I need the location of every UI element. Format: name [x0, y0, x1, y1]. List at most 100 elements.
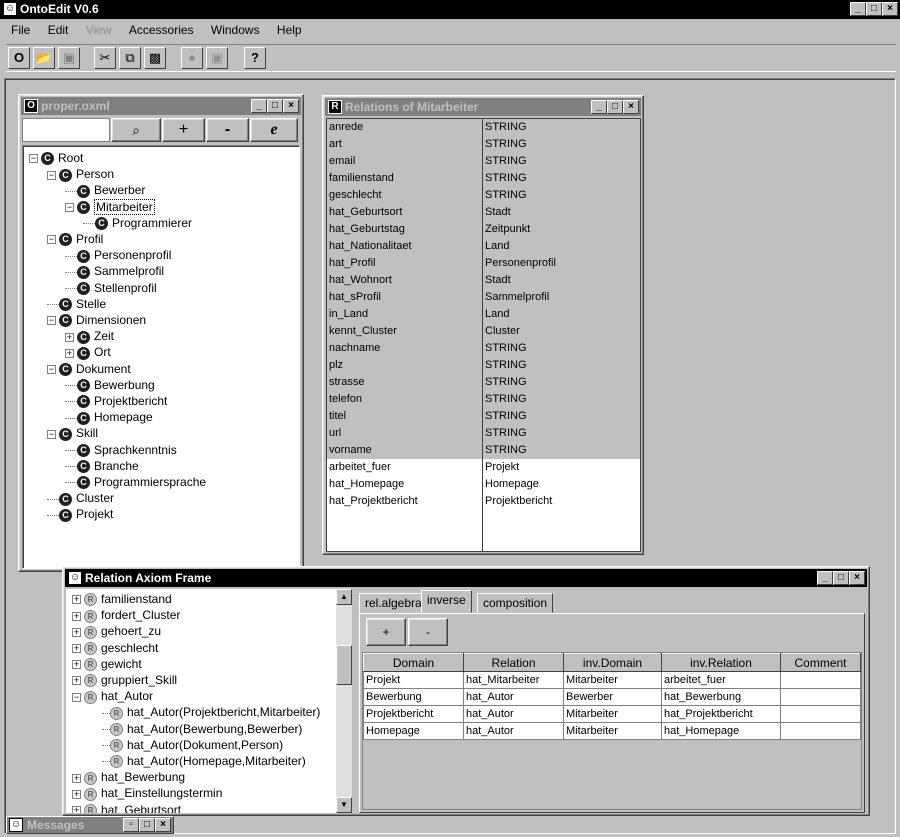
- restore-button[interactable]: ▫: [123, 818, 139, 832]
- column-header-relation[interactable]: Relation: [463, 653, 564, 672]
- relation-name-item[interactable]: hat_sProfil: [327, 289, 482, 306]
- tab-rel-algebra[interactable]: rel.algebra: [359, 593, 428, 613]
- relation-name-item[interactable]: hat_Wohnort: [327, 272, 482, 289]
- relation-type-item[interactable]: STRING: [483, 170, 640, 187]
- table-row[interactable]: Projekt hat_Mitarbeiter Mitarbeiter arbeite…: [363, 671, 861, 689]
- close-button[interactable]: ×: [849, 571, 865, 585]
- collapse-icon[interactable]: −: [47, 316, 56, 326]
- maximize-button[interactable]: □: [607, 100, 623, 114]
- expand-icon[interactable]: +: [65, 332, 74, 342]
- maximize-button[interactable]: □: [139, 818, 155, 832]
- relation-name-item[interactable]: titel: [327, 408, 482, 425]
- close-button[interactable]: ×: [155, 818, 171, 832]
- comment-cell[interactable]: [780, 671, 861, 689]
- relation-name-item[interactable]: hat_Geburtstag: [327, 221, 482, 238]
- open-folder-icon[interactable]: 📂: [33, 47, 55, 69]
- tree-node-projektbericht[interactable]: C Projektbericht: [65, 393, 167, 409]
- domain-cell[interactable]: Projekt: [363, 671, 464, 689]
- relation-node-geschlecht[interactable]: + Rgeschlecht: [72, 640, 158, 656]
- class-tree[interactable]: − C Root − C Person C Bewerber − C Mitarbeiter C Pro…: [22, 145, 300, 569]
- expand-icon[interactable]: +: [72, 773, 81, 783]
- collapse-icon[interactable]: −: [47, 429, 56, 439]
- relation-type-item[interactable]: STRING: [483, 187, 640, 204]
- tree-node-personenprofil[interactable]: C Personenprofil: [65, 247, 171, 263]
- column-header-comment[interactable]: Comment: [780, 653, 861, 672]
- menu-file[interactable]: File: [4, 21, 37, 37]
- inv-relation-cell[interactable]: hat_Projektbericht: [661, 705, 781, 723]
- relation-node-hat-autor-homepage-mitarbeiter[interactable]: Rhat_Autor(Homepage,Mitarbeiter): [102, 753, 306, 769]
- relation-node-hat-einstellungstermin[interactable]: + Rhat_Einstellungstermin: [72, 785, 222, 801]
- tree-node-programmiersprache[interactable]: C Programmiersprache: [65, 474, 206, 490]
- comment-cell[interactable]: [780, 722, 861, 740]
- scroll-up-button[interactable]: ▲: [336, 589, 352, 605]
- relation-tree[interactable]: + Rfamilienstand + Rfordert_Cluster + Rgehoer…: [66, 589, 336, 813]
- expand-icon[interactable]: +: [72, 789, 81, 799]
- relation-type-item[interactable]: STRING: [483, 408, 640, 425]
- window-icon[interactable]: ▣: [206, 47, 228, 69]
- tab-inverse[interactable]: inverse: [421, 590, 472, 613]
- inv-relation-cell[interactable]: arbeitet_fuer: [661, 671, 781, 689]
- relation-type-item[interactable]: Stadt: [483, 204, 640, 221]
- relation-name-item[interactable]: url: [327, 425, 482, 442]
- relation-type-item[interactable]: STRING: [483, 374, 640, 391]
- relation-cell[interactable]: hat_Autor: [463, 705, 564, 723]
- help-icon[interactable]: ?: [244, 47, 266, 69]
- domain-cell[interactable]: Homepage: [363, 722, 464, 740]
- minimize-button[interactable]: _: [591, 100, 607, 114]
- minimize-button[interactable]: _: [850, 2, 866, 16]
- ontology-icon[interactable]: O: [8, 47, 30, 69]
- relation-name-item[interactable]: kennt_Cluster: [327, 323, 482, 340]
- tree-node-profil[interactable]: − C Profil: [47, 231, 103, 247]
- minimize-button[interactable]: _: [817, 571, 833, 585]
- maximize-button[interactable]: □: [267, 99, 283, 113]
- relation-node-hat-autor-bewerbung-bewerber[interactable]: Rhat_Autor(Bewerbung,Bewerber): [102, 721, 302, 737]
- table-row[interactable]: Projektbericht hat_Autor Mitarbeiter hat_Pr…: [363, 705, 861, 723]
- expand-icon[interactable]: +: [72, 676, 81, 686]
- relation-type-item[interactable]: STRING: [483, 357, 640, 374]
- collapse-icon[interactable]: −: [47, 170, 56, 180]
- relation-node-hat-autor-projektbericht-mitarbeiter[interactable]: Rhat_Autor(Projektbericht,Mitarbeiter): [102, 704, 320, 720]
- tree-node-stellenprofil[interactable]: C Stellenprofil: [65, 280, 157, 296]
- relation-cell[interactable]: hat_Mitarbeiter: [463, 671, 564, 689]
- inv-domain-cell[interactable]: Mitarbeiter: [563, 705, 662, 723]
- paste-icon[interactable]: ▩: [144, 47, 166, 69]
- class-search-input[interactable]: [22, 118, 110, 142]
- cut-icon[interactable]: ✂: [94, 47, 116, 69]
- menu-accessories[interactable]: Accessories: [122, 21, 201, 37]
- expand-icon[interactable]: +: [72, 660, 81, 670]
- tree-node-skill[interactable]: − C Skill: [47, 425, 98, 441]
- relation-name-item[interactable]: telefon: [327, 391, 482, 408]
- relation-node-gehoert-zu[interactable]: + Rgehoert_zu: [72, 623, 161, 639]
- comment-cell[interactable]: [780, 705, 861, 723]
- tree-node-zeit[interactable]: + C Zeit: [65, 328, 114, 344]
- circle-icon[interactable]: ●: [181, 47, 203, 69]
- relation-name-item[interactable]: hat_Projektbericht: [327, 493, 482, 510]
- relation-node-hat-geburtsort[interactable]: + Rhat_Geburtsort: [72, 802, 181, 813]
- maximize-button[interactable]: □: [833, 571, 849, 585]
- expand-icon[interactable]: +: [72, 805, 81, 813]
- inv-relation-cell[interactable]: hat_Bewerbung: [661, 688, 781, 706]
- collapse-icon[interactable]: −: [47, 235, 56, 245]
- collapse-icon[interactable]: −: [72, 692, 81, 702]
- expand-icon[interactable]: +: [72, 627, 81, 637]
- remove-inverse-button[interactable]: -: [408, 618, 448, 646]
- expand-icon[interactable]: +: [72, 595, 81, 605]
- relation-name-item[interactable]: hat_Profil: [327, 255, 482, 272]
- relation-name-item[interactable]: anrede: [327, 119, 482, 136]
- inv-domain-cell[interactable]: Mitarbeiter: [563, 671, 662, 689]
- table-row[interactable]: Bewerbung hat_Autor Bewerber hat_Bewerbung: [363, 688, 861, 706]
- inv-relation-cell[interactable]: hat_Homepage: [661, 722, 781, 740]
- close-button[interactable]: ×: [283, 99, 299, 113]
- relation-type-item[interactable]: STRING: [483, 340, 640, 357]
- relation-name-item[interactable]: email: [327, 153, 482, 170]
- relation-type-item[interactable]: STRING: [483, 119, 640, 136]
- tree-node-programmierer[interactable]: C Programmierer: [83, 215, 192, 231]
- minimize-button[interactable]: _: [251, 99, 267, 113]
- relation-name-item[interactable]: plz: [327, 357, 482, 374]
- tree-node-dimensionen[interactable]: − C Dimensionen: [47, 312, 146, 328]
- expand-icon[interactable]: +: [72, 643, 81, 653]
- relation-name-item[interactable]: hat_Geburtsort: [327, 204, 482, 221]
- copy-icon[interactable]: ⧉: [119, 47, 141, 69]
- menu-edit[interactable]: Edit: [41, 21, 76, 37]
- tree-node-dokument[interactable]: − C Dokument: [47, 361, 131, 377]
